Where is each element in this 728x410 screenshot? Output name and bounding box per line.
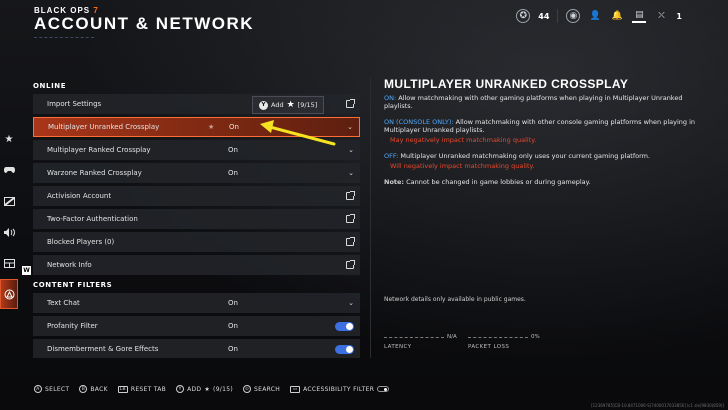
external-link-icon (346, 191, 355, 200)
view-button-icon: ▭ (290, 385, 301, 393)
description-note: Note: Cannot be changed in game lobbies … (384, 178, 591, 186)
add-favorite-tooltip: Y Add ★ [9/15] (252, 96, 325, 114)
notifications-icon[interactable]: 🔔 (610, 9, 624, 23)
hint-back[interactable]: B BACK (79, 385, 108, 393)
setting-two-factor-auth[interactable]: Two-Factor Authentication (33, 209, 360, 229)
chevron-down-icon[interactable]: ⌄ (348, 299, 354, 307)
setting-label: Blocked Players (0) (47, 238, 115, 246)
setting-value: On (229, 123, 239, 131)
divider (557, 9, 559, 23)
external-link-icon (346, 237, 355, 246)
setting-activision-account[interactable]: Activision Account (33, 186, 360, 206)
hint-accessibility-filter[interactable]: ▭ ACCESSIBILITY FILTER (290, 385, 390, 393)
interface-icon[interactable] (0, 248, 18, 278)
setting-profanity-filter[interactable]: Profanity Filter On (33, 316, 360, 336)
tooltip-count: [9/15] (297, 101, 318, 109)
packet-loss-label: PACKET LOSS (468, 344, 510, 350)
warning-text: Will negatively impact matchmaking quali… (390, 162, 535, 170)
party-count: 1 (676, 11, 682, 21)
description-console-only: ON (CONSOLE ONLY): Allow matchmaking wit… (384, 118, 704, 144)
setting-network-info[interactable]: Network Info (33, 255, 360, 275)
profanity-toggle[interactable] (335, 321, 354, 331)
setting-text-chat[interactable]: Text Chat On ⌄ (33, 293, 360, 313)
audio-icon[interactable] (0, 217, 18, 247)
y-button-icon: Y (259, 100, 268, 110)
control-hints-bar: A SELECT B BACK LB RESET TAB Y ADD ★ (9/… (34, 385, 390, 393)
b-button-icon: B (79, 385, 88, 393)
setting-label: Two-Factor Authentication (47, 215, 138, 223)
hint-add-favorite[interactable]: Y ADD ★ (9/15) (176, 385, 233, 393)
annotation-arrow (260, 120, 336, 146)
a-button-icon: A (34, 385, 42, 393)
setting-label: Activision Account (47, 192, 112, 200)
friends-icon[interactable]: 👤 (588, 9, 602, 23)
controller-icon[interactable] (0, 155, 18, 185)
setting-value: On (228, 146, 238, 154)
y-button-icon: Y (176, 385, 185, 393)
chevron-down-icon[interactable]: ⌄ (347, 123, 353, 131)
panel-divider (370, 78, 371, 358)
setting-label: Network Info (47, 261, 92, 269)
setting-label: Warzone Ranked Crossplay (47, 169, 142, 177)
external-link-icon (346, 260, 355, 269)
description-off: OFF: Multiplayer Unranked matchmaking on… (384, 152, 704, 170)
setting-label: Profanity Filter (47, 322, 98, 330)
star-icon: ★ (286, 100, 295, 110)
hint-search[interactable]: ⊙ SEARCH (243, 385, 280, 393)
hint-select[interactable]: A SELECT (34, 385, 69, 393)
account-network-icon[interactable] (0, 279, 18, 309)
setting-description-panel: MULTIPLAYER UNRANKED CROSSPLAY ON: Allow… (384, 77, 704, 194)
setting-value: On (228, 322, 238, 330)
display-icon[interactable] (0, 186, 18, 216)
network-note: Network details only available in public… (384, 296, 526, 303)
favorite-star-icon[interactable]: ★ (208, 123, 214, 131)
setting-value: On (228, 169, 238, 177)
setting-warzone-ranked-crossplay[interactable]: Warzone Ranked Crossplay On ⌄ (33, 163, 360, 183)
page-header: BLACK OPS 7 ACCOUNT & NETWORK (34, 6, 254, 40)
build-string: [12369785]CB-10.8471006-S[7400017033856]… (591, 403, 724, 408)
chevron-down-icon[interactable]: ⌄ (348, 169, 354, 177)
rank-icon[interactable]: ✪ (516, 9, 531, 23)
setting-label: Multiplayer Ranked Crossplay (47, 146, 151, 154)
latency-stat: N/A LATENCY (384, 334, 457, 350)
latency-value: N/A (447, 334, 457, 340)
store-icon[interactable]: ◉ (566, 9, 581, 23)
description-title: MULTIPLAYER UNRANKED CROSSPLAY (384, 77, 629, 91)
external-link-icon (346, 214, 355, 223)
stick-button-icon: ⊙ (243, 385, 252, 393)
accessibility-filter-toggle[interactable] (377, 386, 390, 392)
setting-value: On (228, 299, 238, 307)
star-icon: ★ (204, 385, 211, 393)
lb-button-icon: LB (117, 385, 128, 393)
setting-blocked-players[interactable]: Blocked Players (0) (33, 232, 360, 252)
setting-label: Multiplayer Unranked Crossplay (48, 123, 160, 131)
packet-loss-stat: 0% PACKET LOSS (468, 334, 540, 350)
external-link-icon (346, 99, 355, 108)
section-content-filters: CONTENT FILTERS (33, 281, 113, 289)
top-bar: ✪ 44 ◉ 👤 🔔 ▤ ⛌ 1 (516, 9, 682, 23)
setting-label: Dismemberment & Gore Effects (47, 345, 159, 353)
section-online: ONLINE (33, 82, 67, 90)
title-decoration (34, 37, 94, 40)
settings-category-rail: ★ (0, 124, 18, 310)
gore-toggle[interactable] (335, 344, 354, 354)
new-badge: W (22, 266, 31, 275)
setting-label: Import Settings (47, 100, 102, 108)
player-level: 44 (538, 11, 550, 21)
latency-label: LATENCY (384, 344, 412, 350)
description-on: ON: Allow matchmaking with other gaming … (384, 94, 683, 110)
packet-loss-value: 0% (531, 334, 540, 340)
hint-reset-tab[interactable]: LB RESET TAB (117, 385, 166, 393)
party-icon[interactable]: ⛌ (654, 9, 668, 23)
setting-label: Text Chat (47, 299, 80, 307)
page-title: ACCOUNT & NETWORK (34, 14, 255, 33)
setting-value: On (228, 345, 238, 353)
tooltip-text: Add (271, 101, 284, 109)
settings-icon[interactable]: ▤ (632, 9, 647, 23)
setting-gore-effects[interactable]: Dismemberment & Gore Effects On (33, 339, 360, 358)
star-icon[interactable]: ★ (0, 124, 18, 154)
chevron-down-icon[interactable]: ⌄ (348, 146, 354, 154)
warning-text: May negatively impact matchmaking qualit… (390, 136, 537, 144)
